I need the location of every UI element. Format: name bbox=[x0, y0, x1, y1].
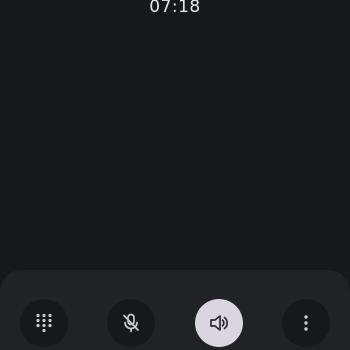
volume-up-icon bbox=[208, 312, 230, 334]
more-options-button[interactable] bbox=[282, 299, 330, 347]
speaker-button[interactable] bbox=[195, 299, 243, 347]
more-vert-icon bbox=[303, 314, 309, 332]
call-timer: 07:18 bbox=[149, 0, 201, 17]
mute-button[interactable] bbox=[107, 299, 155, 347]
mic-off-icon bbox=[120, 312, 142, 334]
keypad-button[interactable] bbox=[20, 299, 68, 347]
dialpad-icon bbox=[34, 313, 54, 333]
in-call-screen: 07:18 bbox=[0, 0, 350, 350]
